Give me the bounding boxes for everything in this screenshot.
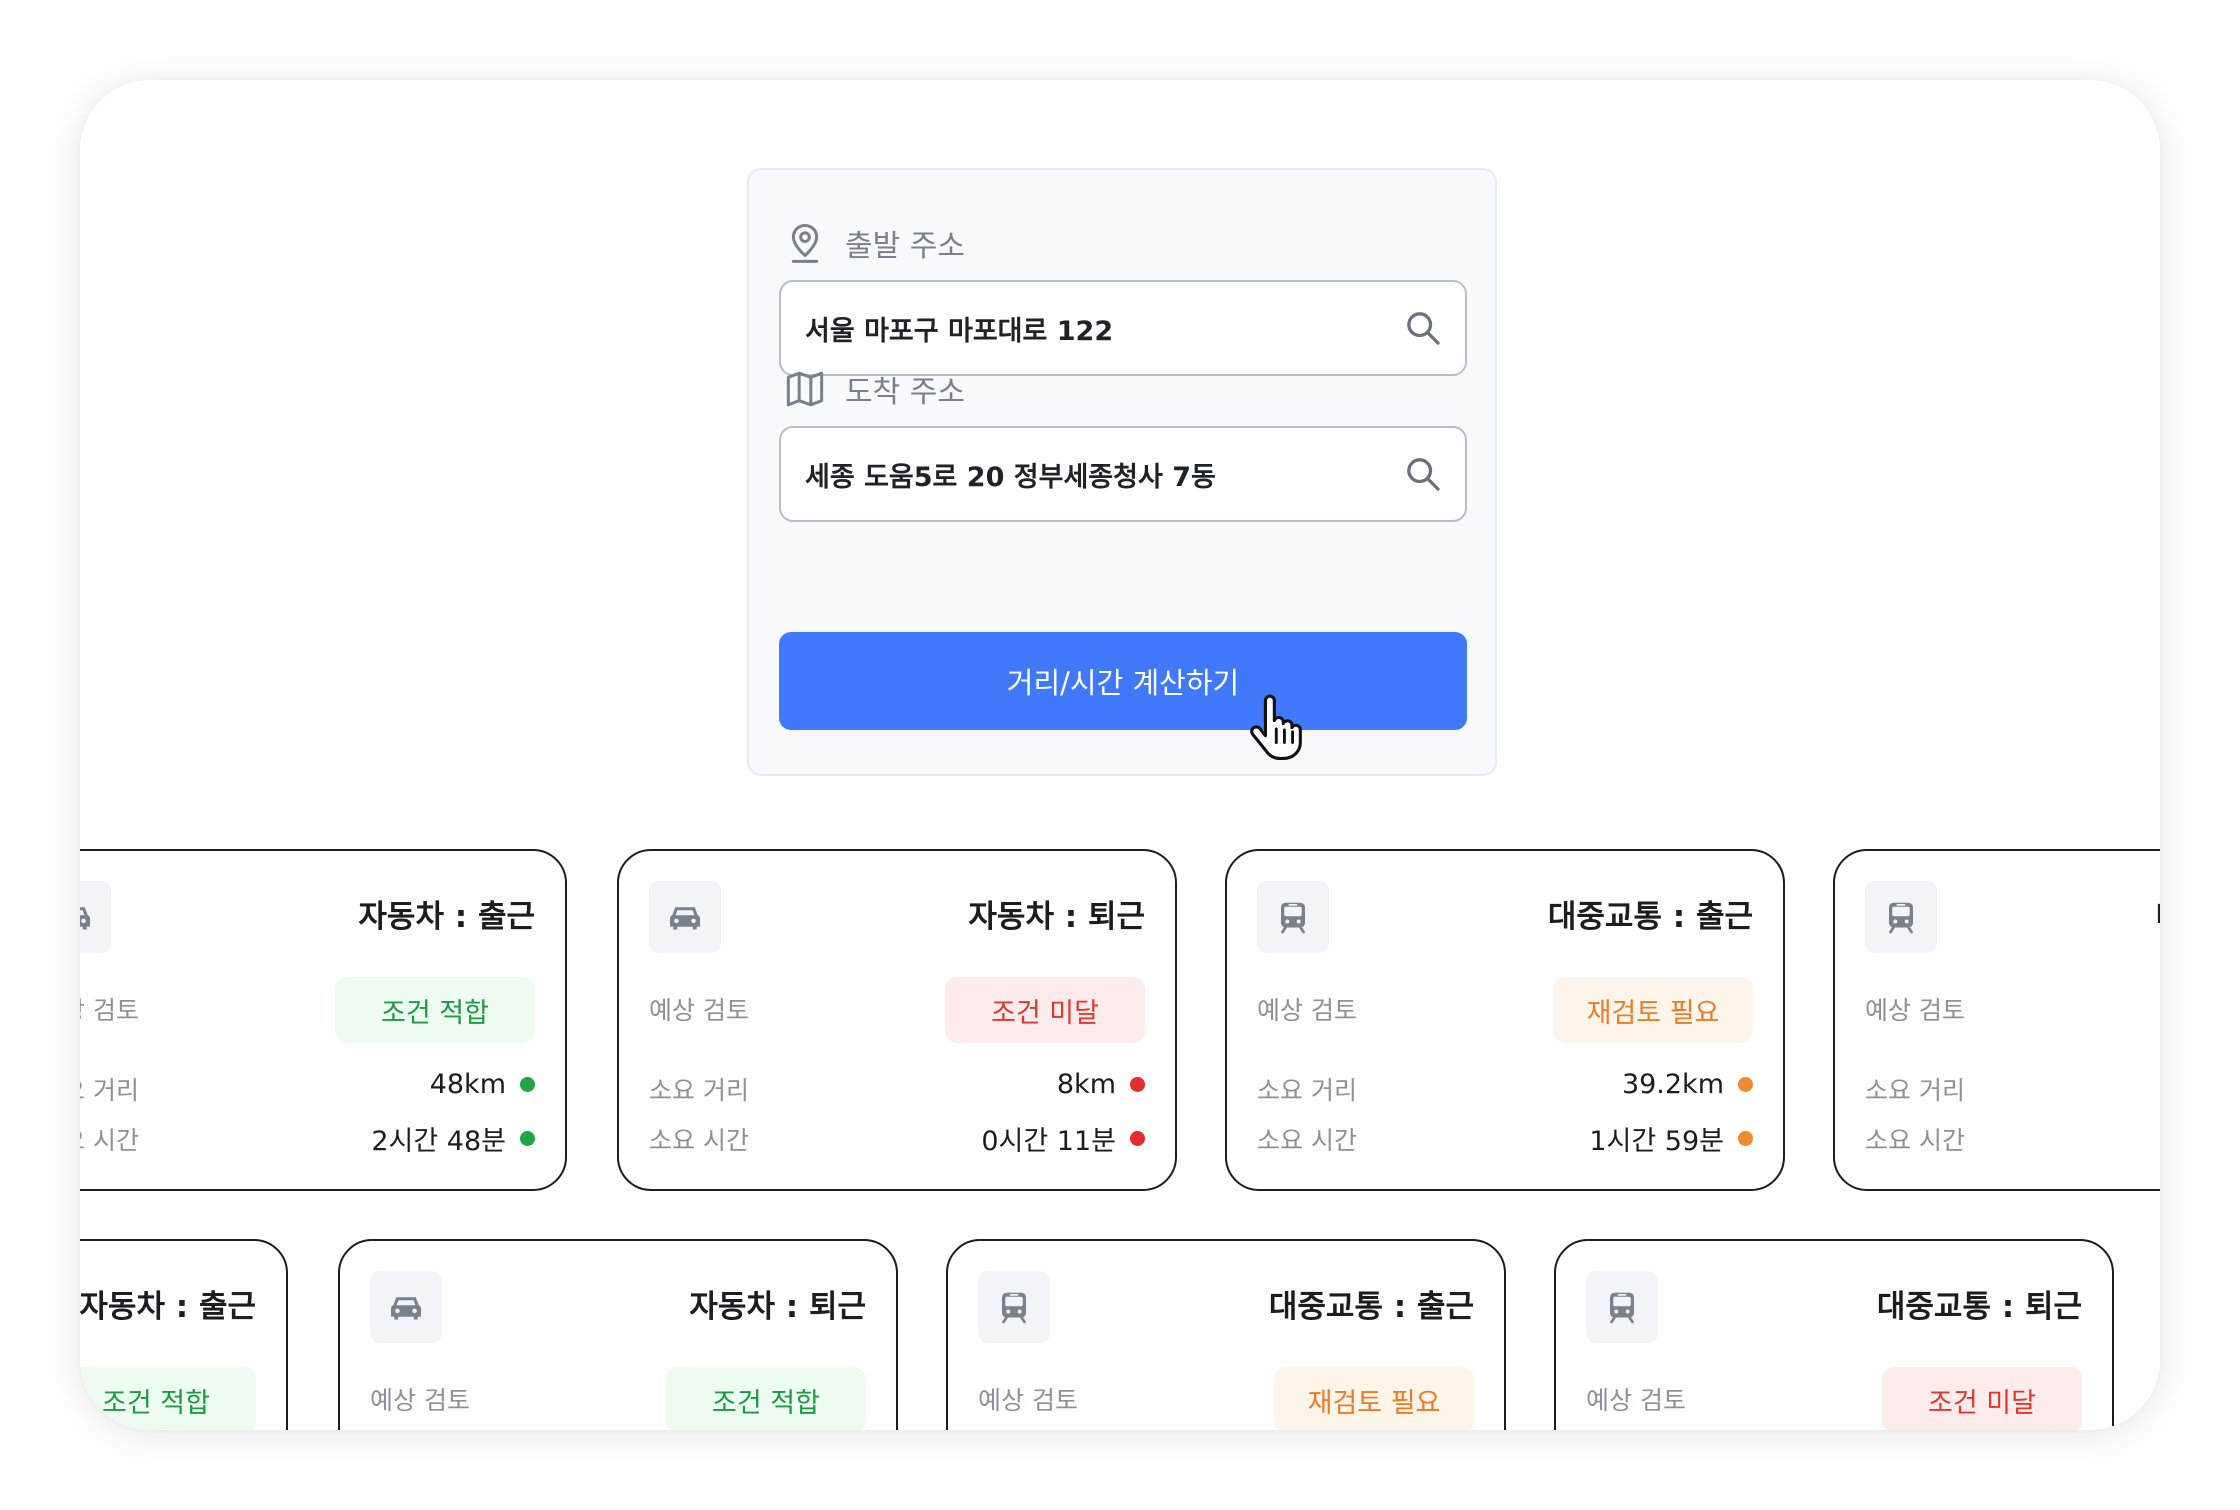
card-title: 대중교통 : 퇴근: [2156, 891, 2160, 936]
origin-input[interactable]: [805, 312, 1403, 344]
time-value: 1시간 59분: [1589, 1119, 1753, 1158]
transport-icon-box: [978, 1271, 1050, 1343]
distance-value: 39.2km: [1622, 1069, 1753, 1100]
origin-label: 출발 주소: [785, 218, 965, 268]
origin-label-text: 출발 주소: [845, 229, 965, 264]
bus-icon: [1889, 902, 1913, 934]
status-badge: 재검토 필요: [1553, 977, 1753, 1043]
time-label: 소요 시간: [80, 1126, 139, 1155]
distance-value: 48km: [430, 1069, 535, 1100]
distance-label: 소요 거리: [649, 1076, 749, 1105]
search-icon[interactable]: [1403, 308, 1443, 348]
transport-icon-box: [1586, 1271, 1658, 1343]
review-label: 예상 검토: [370, 1386, 470, 1415]
destination-input[interactable]: [805, 458, 1403, 490]
bus-icon: [1281, 902, 1305, 934]
status-badge: 조건 적합: [80, 1367, 256, 1430]
card-title: 자동차 : 퇴근: [689, 1289, 866, 1325]
transport-icon-box: [1257, 881, 1329, 953]
transport-icon-box: [80, 881, 111, 953]
car-icon: [391, 1297, 421, 1320]
card-title: 대중교통 : 출근: [1268, 1289, 1474, 1325]
review-label: 예상 검토: [80, 996, 139, 1025]
result-card[interactable]: 대중교통 : 출근 예상 검토 재검토 필요 소요 거리 소요 시간: [946, 1239, 1506, 1430]
car-icon: [670, 907, 700, 930]
distance-value: 8km: [1057, 1069, 1145, 1100]
review-label: 예상 검토: [649, 996, 749, 1025]
review-label: 예상 검토: [1586, 1386, 1686, 1415]
card-title: 대중교통 : 출근: [1547, 899, 1753, 935]
distance-label: 소요 거리: [1865, 1076, 1965, 1105]
status-badge: 조건 적합: [335, 977, 535, 1043]
result-card[interactable]: 대중교통 : 퇴근 예상 검토 조건 미달 소요 거리 소요 시간 0시간: [1833, 849, 2160, 1191]
time-label: 소요 시간: [649, 1126, 749, 1155]
result-card[interactable]: 자동차 : 퇴근 예상 검토 조건 적합 소요 거리 소요 시간: [338, 1239, 898, 1430]
result-card[interactable]: 자동차 : 출근 예상 검토 조건 적합 소요 거리 소요 시간: [80, 1239, 288, 1430]
status-badge: 조건 미달: [945, 977, 1145, 1043]
review-label: 예상 검토: [1865, 996, 1965, 1025]
bus-icon: [1610, 1292, 1634, 1324]
review-label: 예상 검토: [978, 1386, 1078, 1415]
address-form-panel: 출발 주소 도착 주소 거리/시간 계산하기: [747, 168, 1497, 776]
app-frame: 출발 주소 도착 주소 거리/시간 계산하기: [80, 80, 2160, 1430]
result-card[interactable]: 자동차 : 퇴근 예상 검토 조건 미달 소요 거리 8km 소요 시간 0시간…: [617, 849, 1177, 1191]
map-icon: [786, 371, 824, 407]
card-title: 자동차 : 퇴근: [968, 899, 1145, 935]
result-card[interactable]: 자동차 : 출근 예상 검토 조건 적합 소요 거리 48km 소요 시간 2시…: [80, 849, 567, 1191]
card-title: 자동차 : 출근: [358, 899, 535, 935]
location-pin-icon: [791, 224, 819, 263]
distance-label: 소요 거리: [80, 1076, 139, 1105]
result-card[interactable]: 대중교통 : 출근 예상 검토 재검토 필요 소요 거리 39.2km 소요 시…: [1225, 849, 1785, 1191]
time-label: 소요 시간: [1257, 1126, 1357, 1155]
time-value: 0시간 11분: [981, 1119, 1145, 1158]
hand-cursor-icon: [1250, 694, 1302, 760]
distance-label: 소요 거리: [1257, 1076, 1357, 1105]
search-icon[interactable]: [1403, 454, 1443, 494]
result-card[interactable]: 대중교통 : 퇴근 예상 검토 조건 미달 소요 거리 소요 시간: [1554, 1239, 2114, 1430]
review-label: 예상 검토: [1257, 996, 1357, 1025]
status-badge: 조건 적합: [666, 1367, 866, 1430]
destination-label-text: 도착 주소: [845, 375, 965, 410]
bus-icon: [1002, 1292, 1026, 1324]
card-title: 대중교통 : 퇴근: [1876, 1289, 2082, 1325]
time-value: 2시간 48분: [371, 1119, 535, 1158]
transport-icon-box: [1865, 881, 1937, 953]
transport-icon-box: [649, 881, 721, 953]
destination-label: 도착 주소: [785, 364, 965, 414]
card-title: 자동차 : 출근: [80, 1289, 256, 1325]
status-badge: 재검토 필요: [1274, 1367, 1474, 1430]
destination-input-box[interactable]: [779, 426, 1467, 522]
calculate-button-label: 거리/시간 계산하기: [1006, 666, 1240, 700]
calculate-button[interactable]: 거리/시간 계산하기: [779, 632, 1467, 730]
time-label: 소요 시간: [1865, 1126, 1965, 1155]
car-icon: [80, 907, 90, 930]
status-badge: 조건 미달: [1882, 1367, 2082, 1430]
origin-input-box[interactable]: [779, 280, 1467, 376]
transport-icon-box: [370, 1271, 442, 1343]
